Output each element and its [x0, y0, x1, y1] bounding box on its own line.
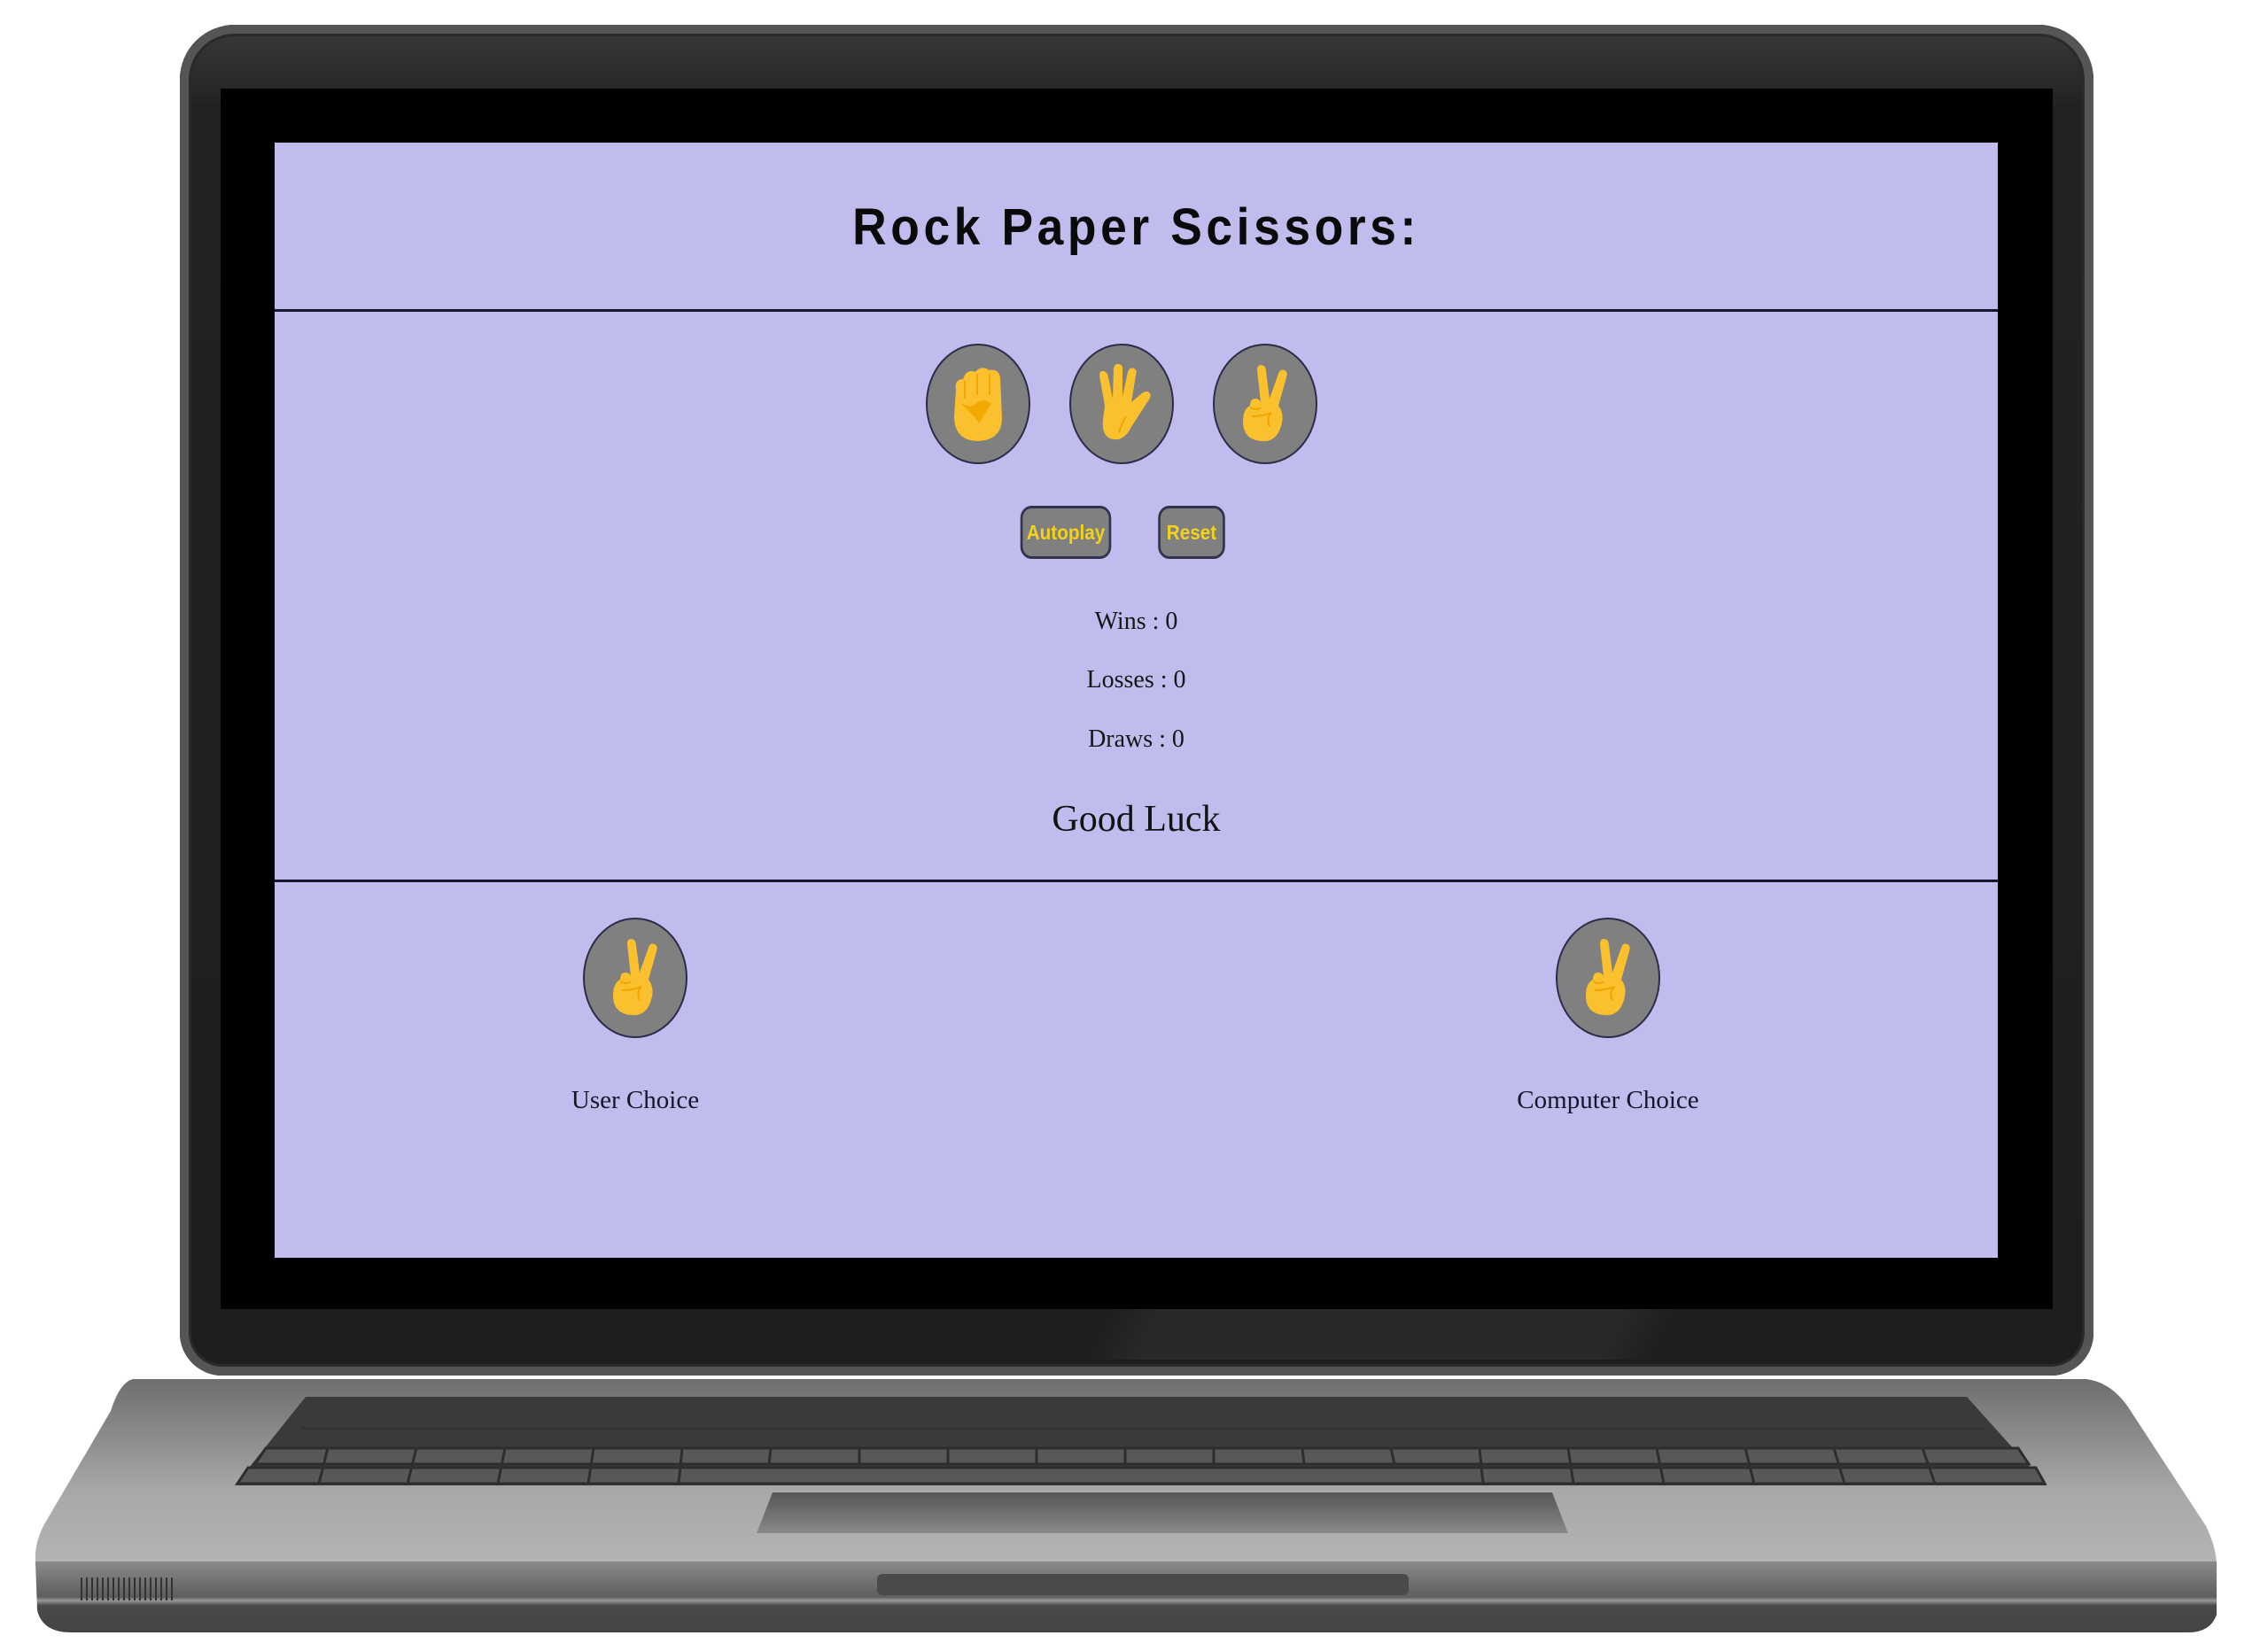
autoplay-button[interactable]: Autoplay	[1020, 506, 1112, 559]
result-message: Good Luck	[1052, 799, 1221, 840]
header-divider	[275, 309, 1998, 312]
touchpad	[757, 1492, 1568, 1533]
front-notch	[877, 1574, 1409, 1595]
wins-count: Wins : 0	[1094, 608, 1178, 635]
lid-gloss	[1085, 1305, 1679, 1360]
scissors-button[interactable]	[1213, 344, 1317, 464]
victory-hand-icon	[1586, 939, 1630, 1016]
computer-choice-display	[1556, 918, 1660, 1038]
page-title: Rock Paper Scissors:	[852, 198, 1420, 256]
results-divider	[275, 880, 1998, 882]
laptop-base-drawing	[35, 1379, 2217, 1632]
app-page: Rock Paper Scissors: Autoplay Reset Wins…	[275, 143, 1998, 1258]
victory-hand-icon	[1243, 365, 1287, 442]
raised-hand-icon	[1099, 363, 1151, 440]
laptop-base	[35, 1376, 2241, 1632]
victory-hand-icon	[613, 939, 657, 1016]
user-choice-label: User Choice	[571, 1086, 700, 1114]
reset-button[interactable]: Reset	[1158, 506, 1225, 559]
paper-button[interactable]	[1069, 344, 1174, 464]
computer-choice-label: Computer Choice	[1517, 1086, 1699, 1114]
user-choice-display	[583, 918, 687, 1038]
draws-count: Draws : 0	[1088, 725, 1184, 753]
rock-button[interactable]	[926, 344, 1030, 464]
losses-count: Losses : 0	[1086, 666, 1186, 694]
raised-fist-icon	[954, 368, 1002, 441]
